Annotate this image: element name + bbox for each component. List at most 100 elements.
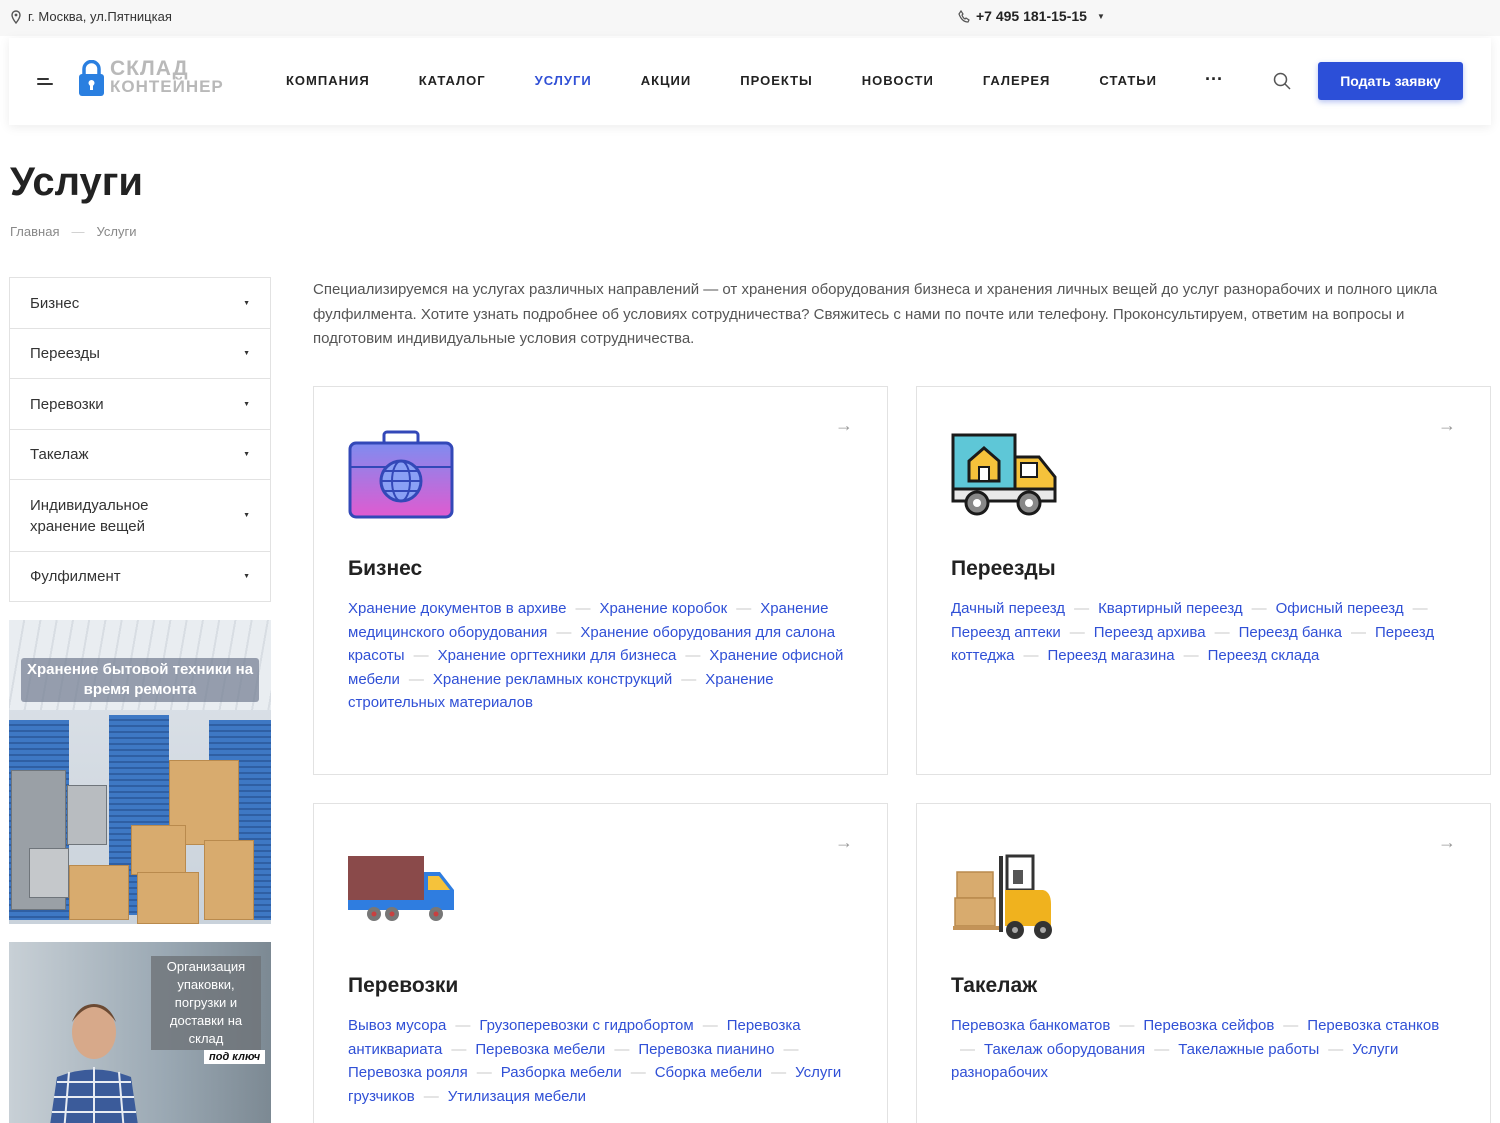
arrow-right-icon[interactable]: → [835,415,853,436]
card-link[interactable]: Перевозка мебели [475,1041,605,1058]
nav-item-gallery[interactable]: ГАЛЕРЕЯ [983,73,1051,88]
card-link[interactable]: Квартирный переезд [1098,600,1243,617]
banner-tag: под ключ [204,1050,266,1064]
chevron-down-icon: ▼ [243,350,250,357]
breadcrumb-home[interactable]: Главная [10,224,59,239]
phone-number: +7 495 181-15-15 [976,8,1087,24]
moving-truck-icon [951,433,1057,516]
card-link[interactable]: Дачный переезд [951,600,1065,617]
phone-dropdown-icon[interactable]: ▼ [1097,12,1105,21]
washer-image [29,848,69,898]
service-card-rigging[interactable]: → Такелаж Перевозка банкоматов — Перевозка… [916,803,1491,1123]
cargo-truck-icon [348,856,454,921]
main-nav: КОМПАНИЯ КАТАЛОГ УСЛУГИ АКЦИИ ПРОЕКТЫ НО… [286,70,1223,88]
card-links: Хранение документов в архиве — Хранение ко… [348,600,844,712]
phone[interactable]: +7 495 181-15-15 ▼ [958,8,1105,24]
box-image [137,872,199,924]
address[interactable]: г. Москва, ул.Пятницкая [10,9,172,24]
card-link[interactable]: Перевозка сейфов [1143,1017,1274,1034]
appliance-image [67,785,107,845]
card-link[interactable]: Переезд магазина [1047,647,1174,664]
card-link[interactable]: Переезд склада [1208,647,1320,664]
card-link[interactable]: Утилизация мебели [448,1088,586,1105]
sidebar-item-label: Фулфилмент [30,568,121,585]
sidebar-item-moving[interactable]: Переезды ▼ [10,329,270,379]
nav-item-services[interactable]: УСЛУГИ [535,73,592,88]
card-link[interactable]: Сборка мебели [655,1064,762,1081]
card-link[interactable]: Хранение оргтехники для бизнеса [438,647,677,664]
card-link[interactable]: Хранение документов в архиве [348,600,566,617]
nav-more-icon[interactable]: ··· [1205,70,1223,88]
sidebar-item-personal-storage[interactable]: Индивидуальное хранение вещей ▼ [10,480,270,552]
promo-banner-packing[interactable]: Организация упаковки, погрузки и доставк… [9,942,271,1123]
breadcrumb: Главная — Услуги [10,224,136,239]
breadcrumb-current: Услуги [96,224,137,239]
nav-item-articles[interactable]: СТАТЬИ [1099,73,1157,88]
nav-item-catalog[interactable]: КАТАЛОГ [419,73,486,88]
chevron-down-icon: ▼ [243,451,250,458]
header: СКЛАД КОНТЕЙНЕР КОМПАНИЯ КАТАЛОГ УСЛУГИ … [9,38,1491,125]
menu-icon[interactable] [37,78,53,86]
service-card-transport[interactable]: → Перевозки Вывоз мусора — Грузоперевозки … [313,803,888,1123]
nav-item-news[interactable]: НОВОСТИ [862,73,934,88]
chevron-down-icon: ▼ [243,573,250,580]
card-links: Вывоз мусора — Грузоперевозки с гидроборто… [348,1017,842,1105]
card-links: Перевозка банкоматов — Перевозка сейфов — Пе… [951,1017,1440,1082]
chevron-down-icon: ▼ [243,400,250,408]
sidebar-item-label: Такелаж [30,446,89,463]
box-image [69,865,129,920]
card-link[interactable]: Хранение рекламных конструкций [433,671,672,688]
breadcrumb-separator: — [71,224,85,239]
sidebar-item-label: Переезды [30,345,100,362]
sidebar-item-transport[interactable]: Перевозки ▼ [10,379,270,430]
card-link[interactable]: Разборка мебели [501,1064,622,1081]
card-link[interactable]: Офисный переезд [1276,600,1404,617]
card-link[interactable]: Перевозка рояля [348,1064,468,1081]
sidebar-item-label: Бизнес [30,294,80,312]
card-link[interactable]: Такелажные работы [1178,1041,1319,1058]
banner-caption: Хранение бытовой техники на время ремонт… [21,658,259,702]
forklift-icon [953,854,1052,939]
logo[interactable]: СКЛАД КОНТЕЙНЕР [79,57,224,96]
intro-text: Специализируемся на услугах различных на… [313,281,1438,347]
page-title: Услуги [10,160,143,204]
address-text: г. Москва, ул.Пятницкая [28,9,172,24]
card-link[interactable]: Хранение коробок [599,600,727,617]
sidebar-item-label: Индивидуальное хранение вещей [30,496,149,535]
sidebar-menu: Бизнес ▼ Переезды ▼ Перевозки ▼ Такелаж ▼ Ин… [9,277,271,602]
card-link[interactable]: Перевозка пианино [638,1041,774,1058]
arrow-right-icon[interactable]: → [835,832,853,853]
box-image [131,825,186,875]
logo-text: СКЛАД КОНТЕЙНЕР [110,57,224,96]
nav-item-company[interactable]: КОМПАНИЯ [286,73,370,88]
search-icon[interactable] [1273,72,1291,90]
nav-item-promos[interactable]: АКЦИИ [641,73,692,88]
card-link[interactable]: Переезд банка [1239,624,1342,641]
card-title: Бизнес [348,557,423,580]
card-link[interactable]: Грузоперевозки с гидробортом [479,1017,693,1034]
lock-logo-icon [79,60,104,96]
sidebar-item-fulfillment[interactable]: Фулфилмент ▼ [10,552,270,601]
promo-banner-appliance-storage[interactable]: Хранение бытовой техники на время ремонт… [9,620,271,924]
card-link[interactable]: Перевозка банкоматов [951,1017,1110,1034]
arrow-right-icon[interactable]: → [1438,832,1456,853]
card-link[interactable]: Такелаж оборудования [984,1041,1145,1058]
card-link[interactable]: Перевозка станков [1307,1017,1439,1034]
card-link[interactable]: Вывоз мусора [348,1017,446,1034]
phone-icon [958,9,970,23]
top-bar: г. Москва, ул.Пятницкая +7 495 181-15-15… [0,0,1500,36]
card-link[interactable]: Переезд архива [1094,624,1206,641]
submit-request-button[interactable]: Подать заявку [1318,62,1463,100]
card-title: Переезды [951,557,1056,580]
card-title: Перевозки [348,974,459,997]
card-link[interactable]: Переезд аптеки [951,624,1061,641]
sidebar-item-rigging[interactable]: Такелаж ▼ [10,430,270,480]
nav-item-projects[interactable]: ПРОЕКТЫ [740,73,813,88]
person-photo [50,1004,138,1123]
sidebar-item-business[interactable]: Бизнес ▼ [10,278,270,329]
chevron-down-icon: ▼ [243,512,250,519]
service-card-moving[interactable]: → Переезды Дачный переезд — Квартирный пер… [916,386,1491,775]
arrow-right-icon[interactable]: → [1438,415,1456,436]
service-card-business[interactable]: → Бизнес Хранение документов в архиве — Хр… [313,386,888,775]
banner-caption: Организация упаковки, погрузки и доставк… [151,956,261,1050]
